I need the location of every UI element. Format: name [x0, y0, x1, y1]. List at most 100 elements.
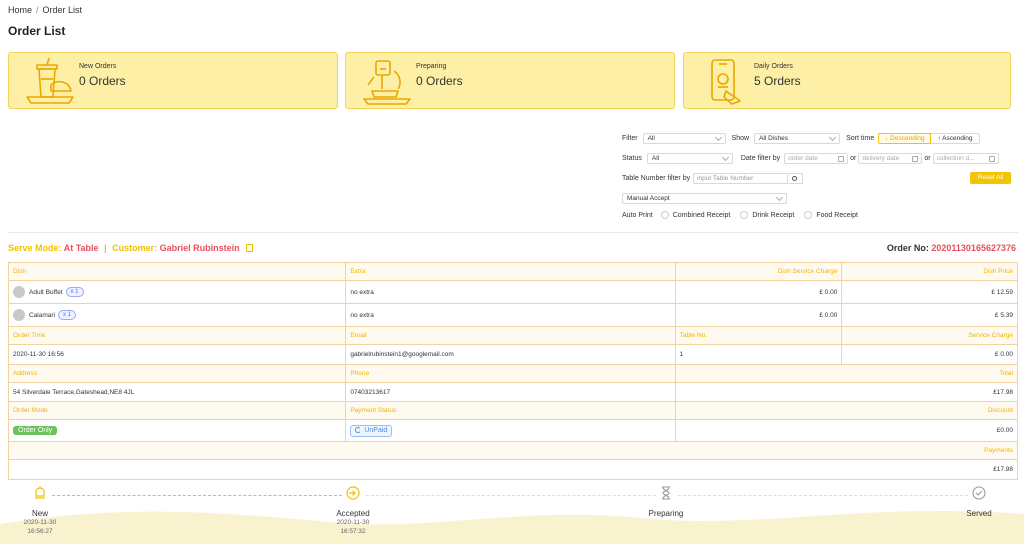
step-preparing: Preparing — [636, 486, 696, 518]
dish-image — [13, 286, 25, 298]
step-served: Served — [949, 486, 1009, 518]
status-select-value: All — [651, 154, 660, 162]
bell-icon — [35, 486, 45, 499]
date-filter-label: Date filter by — [740, 154, 781, 162]
delivery-date-placeholder: delivery date — [862, 154, 900, 162]
step-date: 2020-11-30 — [23, 519, 57, 526]
service-charge-value: £ 0.00 — [994, 351, 1013, 358]
serve-mode-label: Serve Mode: — [8, 243, 62, 253]
accept-mode-value: Manual Accept — [627, 194, 670, 202]
show-select-value: All Dishes — [759, 134, 788, 142]
new-orders-card[interactable]: New Orders 0 Orders — [8, 52, 338, 109]
combined-receipt-label[interactable]: Combined Receipt — [673, 212, 731, 219]
order-no-label: Order No: — [886, 243, 929, 253]
discount-value: £0.00 — [996, 427, 1013, 434]
step-time: 16:56:27 — [27, 528, 53, 535]
info-row: 54 Silverdale Terrace,Gateshead,NE8 4JL … — [9, 383, 1017, 402]
daily-orders-card[interactable]: Daily Orders 5 Orders — [683, 52, 1011, 109]
delivery-date-input[interactable]: delivery date — [858, 152, 923, 164]
breadcrumb-home[interactable]: Home — [8, 5, 32, 15]
drink-receipt-radio[interactable] — [740, 211, 749, 219]
dish-header: Dish — [9, 263, 347, 280]
food-receipt-label[interactable]: Food Receipt — [816, 212, 858, 219]
payments-header: Payments — [9, 442, 1017, 459]
stat-value: 0 Orders — [416, 74, 463, 88]
chevron-down-icon — [775, 193, 784, 201]
breadcrumb-separator: / — [36, 5, 39, 15]
table-search-button[interactable] — [788, 172, 804, 184]
dish-image — [13, 309, 25, 321]
table-header-row: Dish Extra Dish Service Charge Dish Pric… — [9, 263, 1017, 281]
chevron-down-icon — [714, 133, 722, 141]
accept-mode-select[interactable]: Manual Accept — [622, 192, 787, 204]
order-mode-cell: Order Only — [9, 420, 347, 441]
separator-bar: | — [104, 243, 107, 253]
info-row: Order Only UnPaid £0.00 — [9, 420, 1017, 442]
order-mode-header: Order Mode — [9, 402, 347, 419]
payments-header-row: Payments — [9, 442, 1017, 460]
payment-status-text: UnPaid — [364, 426, 388, 434]
info-header-row: Order Time Email Table No. Service Charg… — [9, 327, 1017, 345]
combined-receipt-radio[interactable] — [660, 211, 669, 219]
info-header-row: Order Mode Payment Status Discount — [9, 402, 1017, 420]
extra-header: Extra — [346, 263, 676, 280]
takeaway-cup-icon — [26, 57, 74, 104]
status-select[interactable]: All — [646, 152, 733, 164]
drink-receipt-label[interactable]: Drink Receipt — [752, 212, 794, 219]
dish-cell: Adult Buffet x 1 — [9, 281, 347, 303]
sort-descending-button[interactable]: ↓ Descending — [878, 132, 932, 144]
step-label: New — [31, 509, 48, 518]
or-label: or — [924, 154, 931, 162]
info-header-row: Address Phone Total — [9, 365, 1017, 383]
table-number-label: Table Number filter by — [622, 174, 691, 182]
note-icon[interactable] — [246, 244, 254, 252]
info-row: 2020-11-30 16:56 gabrielrubinstein1@goog… — [9, 345, 1017, 365]
step-time: 16:57:32 — [340, 528, 366, 535]
stat-label: Preparing — [416, 63, 447, 70]
filter-select-value: All — [647, 134, 655, 142]
step-connector — [366, 495, 656, 496]
discount-header: Discount — [675, 402, 1017, 419]
order-date-input[interactable]: order date — [784, 152, 849, 164]
auto-print-label: Auto Print — [622, 211, 653, 219]
step-label: Preparing — [648, 509, 684, 518]
serve-mode-value: At Table — [63, 243, 99, 253]
dish-price-header: Dish Price — [842, 263, 1017, 280]
filter-select[interactable]: All — [642, 132, 726, 144]
table-number-input[interactable]: input Table Number — [693, 172, 789, 184]
order-no-value: 20201130165627376 — [931, 243, 1016, 253]
search-icon — [792, 175, 798, 181]
preparing-card[interactable]: Preparing 0 Orders — [345, 52, 675, 109]
collection-date-placeholder: collection d... — [936, 154, 975, 162]
stat-value: 0 Orders — [79, 74, 126, 88]
breadcrumb-current: Order List — [42, 5, 83, 15]
page-title: Order List — [8, 24, 66, 38]
service-charge-cell: £ 0.00 — [676, 304, 843, 326]
extra-cell: no extra — [346, 281, 676, 303]
table-row: Calamari x 1 no extra £ 0.00 £ 5.39 — [9, 304, 1017, 327]
chevron-down-icon — [721, 153, 729, 161]
table-no-header: Table No. — [675, 327, 843, 344]
payment-status-header: Payment Status — [346, 402, 676, 419]
or-label: or — [850, 154, 857, 162]
login-arrow-icon — [346, 486, 360, 500]
reset-all-button[interactable]: Reset All — [970, 172, 1011, 184]
order-mode-badge: Order Only — [13, 426, 58, 435]
show-select[interactable]: All Dishes — [754, 132, 841, 144]
collection-date-input[interactable]: collection d... — [932, 152, 999, 164]
dish-quantity-tag: x 1 — [58, 310, 77, 320]
food-receipt-radio[interactable] — [804, 211, 813, 219]
order-time-header: Order Time — [9, 327, 347, 344]
price-cell: £ 12.59 — [991, 288, 1013, 296]
sort-time-label: Sort time — [846, 134, 875, 142]
sort-ascending-button[interactable]: ↑ Ascending — [931, 132, 980, 144]
extra-cell: no extra — [346, 304, 676, 326]
payment-status-cell: UnPaid — [346, 420, 676, 441]
payment-status-badge: UnPaid — [350, 424, 393, 437]
step-accepted: Accepted 2020-11-30 16:57:32 — [323, 486, 383, 536]
step-date: 2020-11-30 — [336, 519, 370, 526]
price-cell: £ 5.39 — [994, 311, 1013, 319]
chevron-down-icon — [829, 133, 837, 141]
order-details-table: Dish Extra Dish Service Charge Dish Pric… — [8, 262, 1018, 480]
step-label: Accepted — [336, 509, 370, 518]
